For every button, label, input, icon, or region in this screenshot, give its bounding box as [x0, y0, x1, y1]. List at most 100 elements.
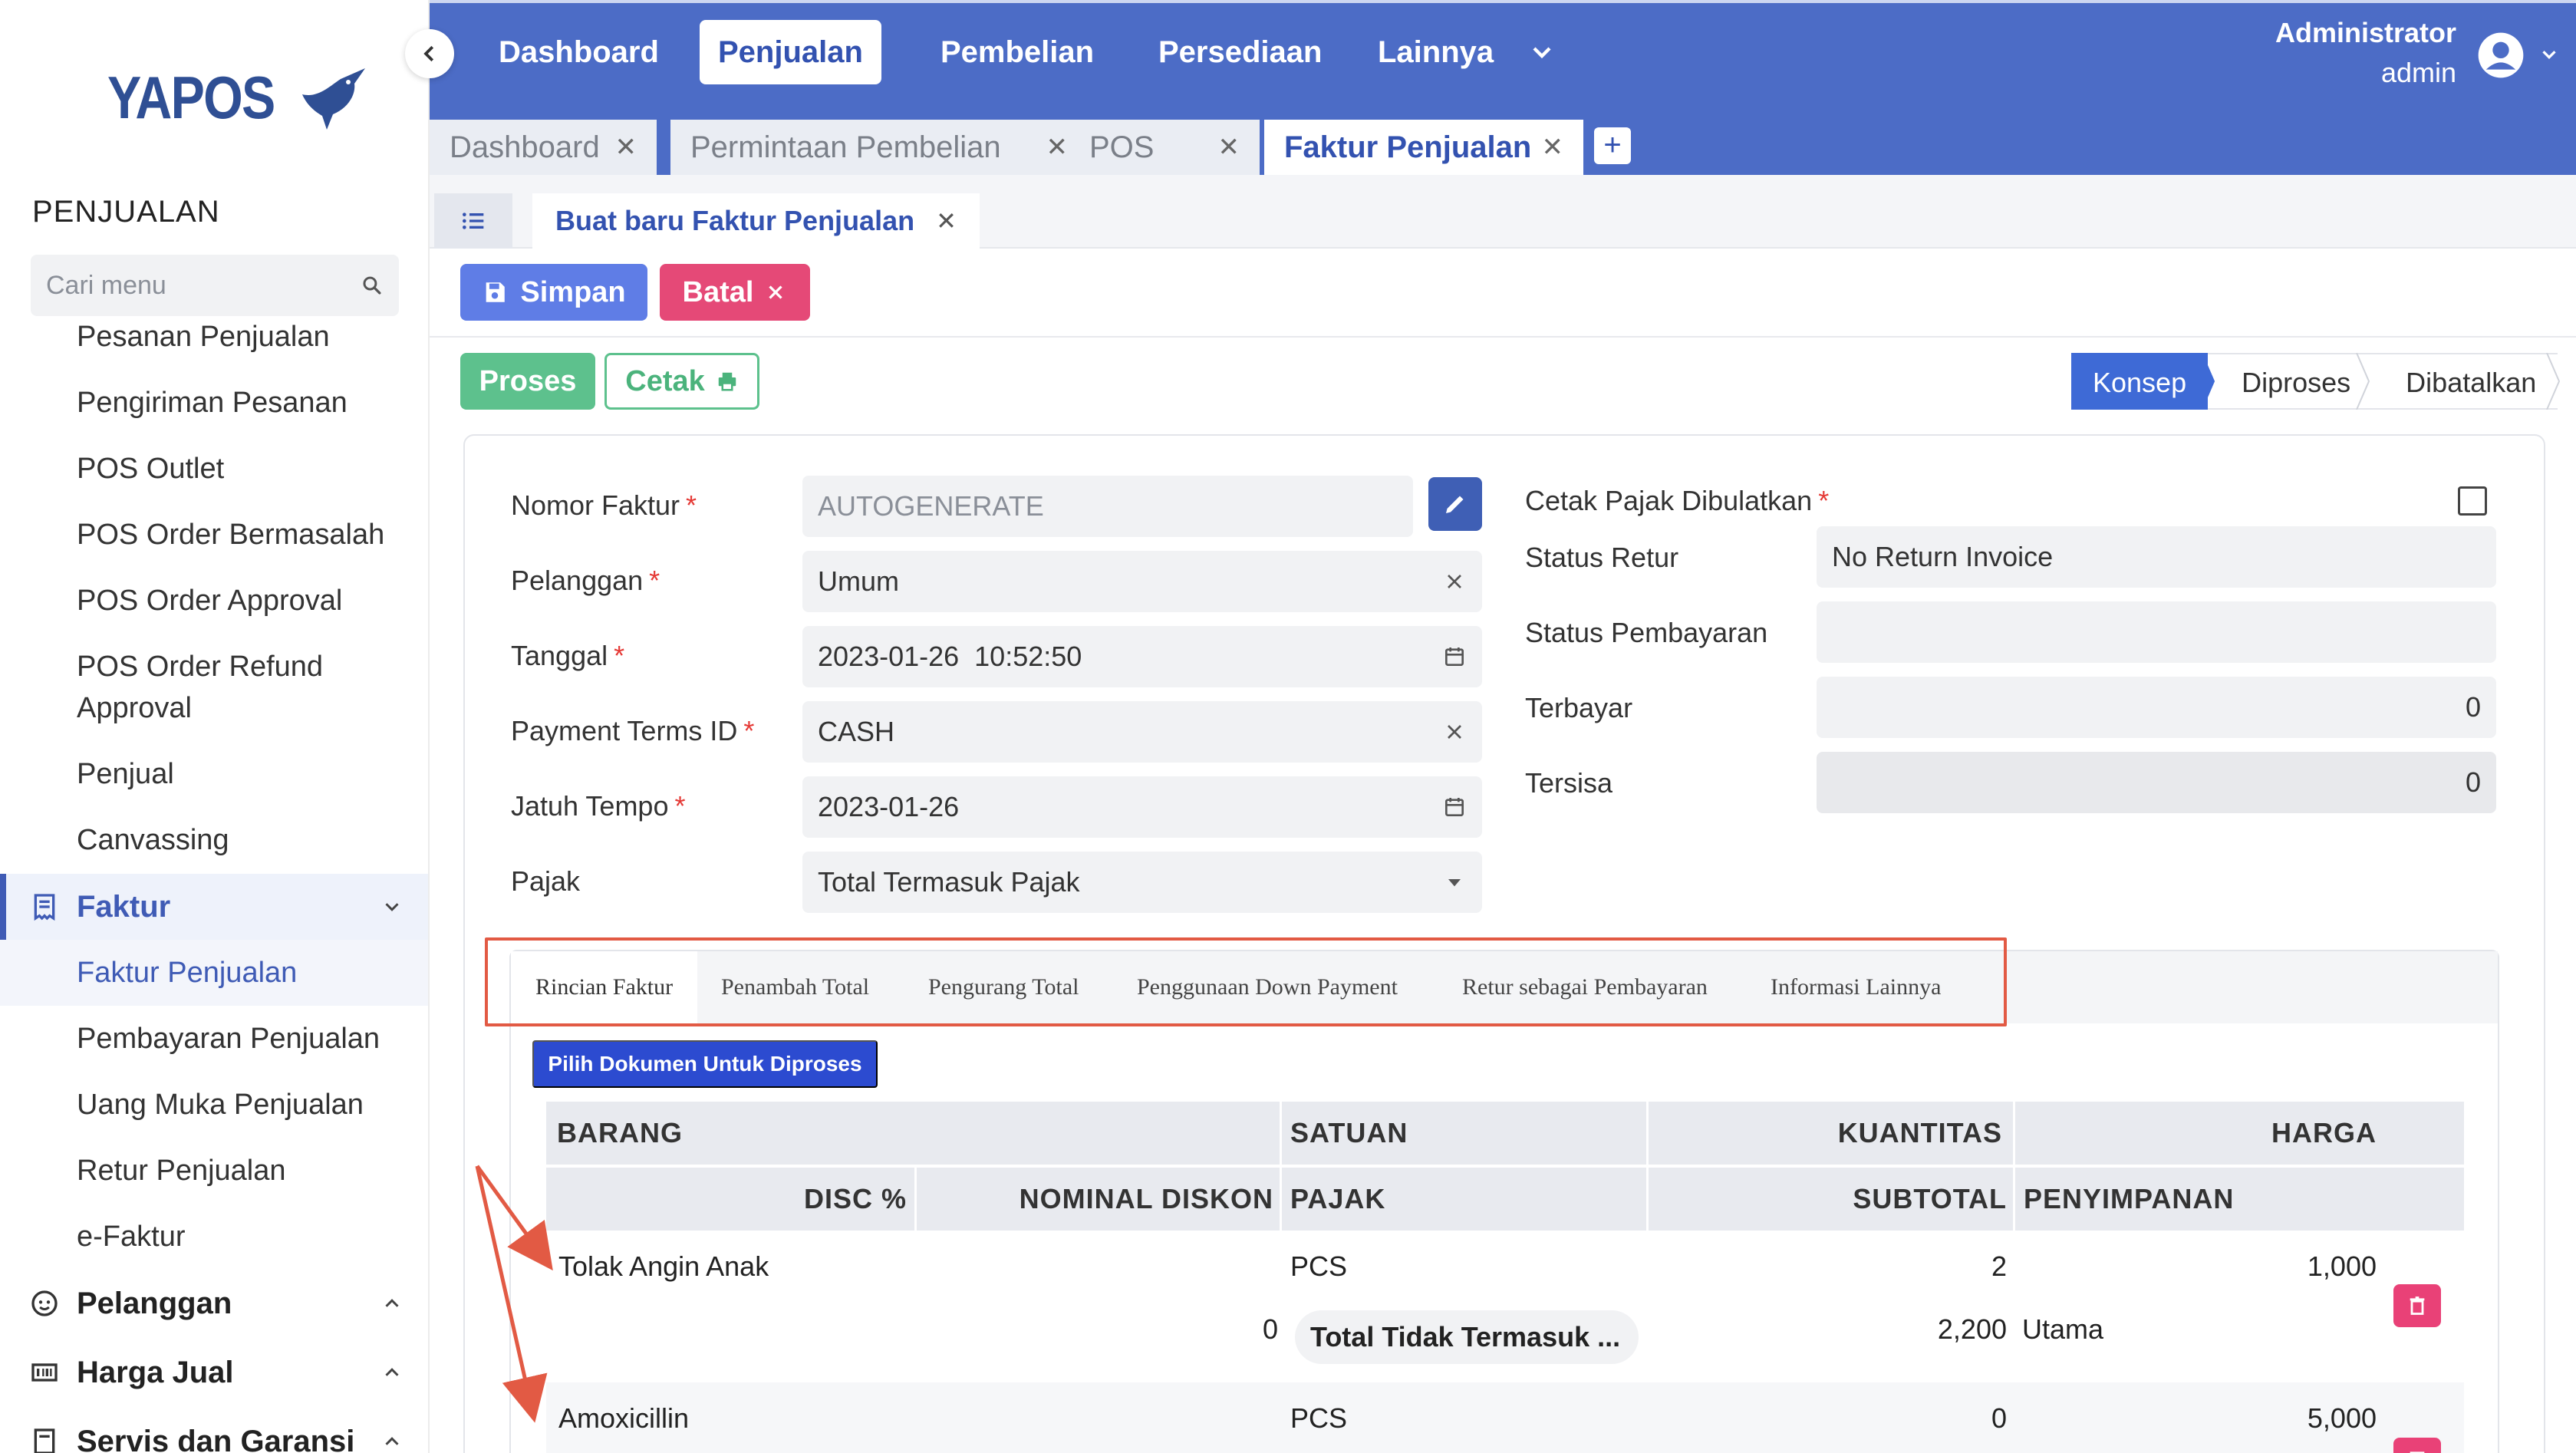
- sidebar-group-pelanggan-label: Pelanggan: [77, 1286, 232, 1320]
- sidebar-item-e-faktur[interactable]: e-Faktur: [77, 1216, 185, 1257]
- row1-subtotal: 2,200: [1937, 1313, 2007, 1345]
- row2-kuantitas[interactable]: 0: [1657, 1402, 2007, 1435]
- chevron-down-icon[interactable]: [1527, 37, 1557, 68]
- pelanggan-value: Umum: [818, 565, 899, 597]
- clear-icon[interactable]: [1442, 569, 1467, 594]
- search-icon[interactable]: [361, 273, 384, 298]
- trash-icon: [2410, 1296, 2425, 1315]
- row2-barang[interactable]: Amoxicillin: [558, 1402, 689, 1435]
- process-button-label: Proses: [479, 364, 577, 397]
- cetak-pajak-checkbox[interactable]: [2458, 486, 2487, 516]
- doc-tab-label: Faktur Penjualan: [1284, 130, 1532, 164]
- status-retur-value: No Return Invoice: [1832, 541, 2054, 572]
- chevron-up-icon: [385, 1299, 399, 1307]
- doc-tab-faktur-penjualan[interactable]: Faktur Penjualan ✕: [1264, 120, 1583, 175]
- calendar-icon[interactable]: [1442, 644, 1467, 669]
- nav-persediaan[interactable]: Persediaan: [1140, 20, 1340, 84]
- sidebar-item-pengiriman-pesanan[interactable]: Pengiriman Pesanan: [77, 382, 348, 423]
- label-nomor-faktur: Nomor Faktur *: [511, 489, 697, 521]
- nav-penjualan[interactable]: Penjualan: [700, 20, 881, 84]
- pelanggan-field[interactable]: Umum: [802, 551, 1482, 612]
- face-icon: [31, 1290, 58, 1316]
- sidebar-item-pos-order-approval[interactable]: POS Order Approval: [77, 580, 342, 621]
- status-pembayaran-field: [1817, 601, 2496, 663]
- sidebar-group-servis[interactable]: Servis dan Garansi: [0, 1409, 428, 1453]
- close-icon[interactable]: ✕: [1218, 132, 1240, 163]
- pencil-icon: [1446, 496, 1464, 513]
- pick-document-button[interactable]: Pilih Dokumen Untuk Diproses: [532, 1040, 878, 1088]
- row1-penyimpanan[interactable]: Utama: [2022, 1313, 2103, 1346]
- sidebar-group-faktur[interactable]: Faktur: [0, 874, 428, 940]
- user-avatar-icon[interactable]: [2476, 31, 2525, 80]
- sidebar-item-canvassing[interactable]: Canvassing: [77, 819, 229, 861]
- doc-tab-dashboard[interactable]: Dashboard ✕: [430, 120, 657, 175]
- close-icon[interactable]: ✕: [615, 132, 637, 163]
- process-button[interactable]: Proses: [460, 353, 595, 410]
- app-logo[interactable]: YAPOS: [107, 63, 371, 133]
- nomor-faktur-field[interactable]: AUTOGENERATE: [802, 476, 1413, 537]
- doc-tab-permintaan-pembelian[interactable]: Permintaan Pembelian ✕: [670, 120, 1088, 175]
- logo-text: YAPOS: [107, 64, 275, 131]
- status-step-separators: [2201, 353, 2561, 410]
- row1-barang[interactable]: Tolak Angin Anak: [558, 1250, 769, 1283]
- sidebar-item-pos-order-refund[interactable]: POS Order Refund: [77, 646, 323, 687]
- row2-satuan[interactable]: PCS: [1290, 1402, 1347, 1435]
- calendar-icon[interactable]: [1442, 795, 1467, 819]
- row1-kuantitas[interactable]: 2: [1657, 1250, 2007, 1283]
- user-role[interactable]: admin: [2381, 57, 2456, 89]
- sidebar-item-pembayaran-penjualan[interactable]: Pembayaran Penjualan: [77, 1018, 380, 1059]
- add-tab-button[interactable]: +: [1594, 127, 1631, 164]
- barcode-icon: [31, 1363, 58, 1382]
- sidebar-item-pos-outlet[interactable]: POS Outlet: [77, 448, 224, 489]
- chevron-down-icon[interactable]: [2538, 43, 2561, 66]
- label-tanggal: Tanggal *: [511, 640, 625, 671]
- sub-tab-create-invoice[interactable]: Buat baru Faktur Penjualan ✕: [532, 193, 980, 249]
- clear-icon[interactable]: [1442, 720, 1467, 744]
- pajak-select[interactable]: Total Termasuk Pajak: [802, 852, 1482, 913]
- save-button[interactable]: Simpan: [460, 264, 647, 321]
- sidebar-item-uang-muka-penjualan[interactable]: Uang Muka Penjualan: [77, 1084, 364, 1125]
- row1-disc[interactable]: 0: [557, 1313, 1278, 1346]
- sidebar-item-retur-penjualan[interactable]: Retur Penjualan: [77, 1150, 286, 1191]
- sidebar-collapse-button[interactable]: [405, 29, 454, 78]
- chevron-left-icon: [423, 45, 434, 62]
- trash-icon: [2410, 1451, 2425, 1453]
- sidebar-item-pos-order-refund-line2[interactable]: Approval: [77, 687, 192, 729]
- sidebar-item-pesanan-penjualan[interactable]: Pesanan Penjualan: [77, 316, 330, 357]
- terbayar-value: 0: [2465, 691, 2481, 723]
- sidebar-group-pelanggan[interactable]: Pelanggan: [0, 1270, 428, 1336]
- chevron-down-icon: [385, 903, 399, 911]
- user-name[interactable]: Administrator: [2275, 17, 2456, 49]
- nav-pembelian[interactable]: Pembelian: [922, 20, 1112, 84]
- delete-row-button[interactable]: [2393, 1284, 2441, 1327]
- sidebar-item-faktur-penjualan[interactable]: Faktur Penjualan: [77, 952, 297, 993]
- header-barang: BARANG: [557, 1117, 683, 1148]
- doc-tab-pos[interactable]: POS ✕: [1069, 120, 1260, 175]
- tanggal-field[interactable]: 2023-01-26 10:52:50: [802, 626, 1482, 687]
- sidebar-item-pos-order-bermasalah[interactable]: POS Order Bermasalah: [77, 514, 384, 555]
- row1-harga[interactable]: 1,000: [2024, 1250, 2377, 1283]
- label-pajak: Pajak: [511, 865, 581, 897]
- sidebar-item-penjual[interactable]: Penjual: [77, 753, 174, 795]
- row2-harga[interactable]: 5,000: [2024, 1402, 2377, 1435]
- header-harga: HARGA: [2271, 1117, 2377, 1148]
- payment-terms-field[interactable]: CASH: [802, 701, 1482, 763]
- row1-satuan[interactable]: PCS: [1290, 1250, 1347, 1283]
- row1-pajak-pill[interactable]: Total Tidak Termasuk ...: [1295, 1310, 1639, 1364]
- close-icon[interactable]: ✕: [1542, 132, 1564, 163]
- print-button[interactable]: Cetak: [604, 353, 759, 410]
- chevron-up-icon: [385, 1437, 399, 1445]
- nav-lainnya[interactable]: Lainnya: [1359, 20, 1512, 84]
- delete-row-button[interactable]: [2393, 1438, 2441, 1453]
- menu-search-input[interactable]: [46, 270, 361, 301]
- list-view-button[interactable]: [434, 193, 512, 249]
- jatuh-tempo-field[interactable]: 2023-01-26: [802, 776, 1482, 838]
- document-icon: [34, 1428, 55, 1453]
- sidebar-group-harga-jual[interactable]: Harga Jual: [0, 1339, 428, 1405]
- close-icon[interactable]: ✕: [1046, 132, 1069, 163]
- edit-number-button[interactable]: [1428, 477, 1482, 531]
- nav-dashboard[interactable]: Dashboard: [480, 20, 677, 84]
- close-icon[interactable]: ✕: [936, 206, 957, 236]
- save-button-label: Simpan: [520, 275, 626, 308]
- cancel-button[interactable]: Batal: [660, 264, 810, 321]
